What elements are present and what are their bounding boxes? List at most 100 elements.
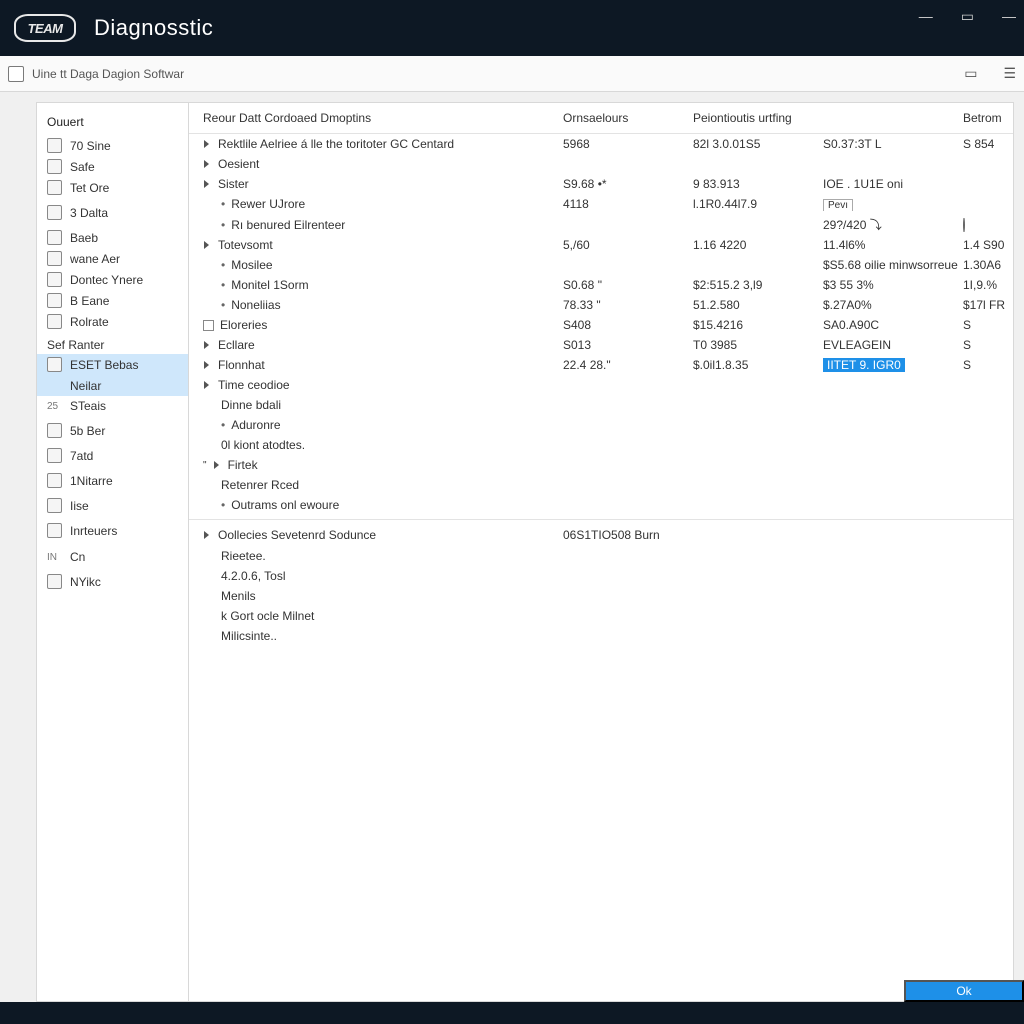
- sidebar-item[interactable]: INCn: [37, 547, 188, 567]
- table-row[interactable]: • Noneliias78.33 "51.2.580$.27A0%$17l FR: [189, 295, 1013, 315]
- sidebar-item[interactable]: Tet Ore: [37, 177, 188, 198]
- sidebar-item-label: Neilar: [70, 379, 101, 393]
- table-row[interactable]: 0l kiont atodtes.: [189, 435, 1013, 455]
- module-icon: [47, 448, 62, 463]
- table-row[interactable]: Menils: [189, 586, 1013, 606]
- column-header-3[interactable]: [823, 111, 963, 125]
- column-header-4[interactable]: Betrom: [963, 111, 1014, 125]
- sidebar-item[interactable]: Iise: [37, 495, 188, 516]
- sidebar-item[interactable]: 5b Ber: [37, 420, 188, 441]
- sidebar-item-label: Inrteuers: [70, 524, 117, 538]
- sidebar-item[interactable]: B Eane: [37, 290, 188, 311]
- sidebar-item-label: 5b Ber: [70, 424, 105, 438]
- tag-badge: Pevı: [823, 199, 853, 211]
- sidebar-item[interactable]: Baeb: [37, 227, 188, 248]
- row-name: Totevsomt: [218, 238, 273, 252]
- column-header-name[interactable]: Reour Datt Cordoaed Dmoptins: [203, 111, 563, 125]
- sidebar-item[interactable]: 7atd: [37, 445, 188, 466]
- cell: 9 83.913: [693, 177, 823, 191]
- window-controls: — ▭ —: [919, 8, 1016, 25]
- row-name: Rektlile Aelriee á lle the toritoter GC …: [218, 137, 454, 151]
- sidebar-item[interactable]: 25STeais: [37, 396, 188, 416]
- table-row[interactable]: SisterS9.68 •*9 83.913IOE . 1U1E oni: [189, 174, 1013, 194]
- sidebar-item[interactable]: 1Nitarre: [37, 470, 188, 491]
- column-header-1[interactable]: Ornsaelours: [563, 111, 693, 125]
- gear-icon[interactable]: [963, 218, 965, 232]
- cell: $3 55 3%: [823, 278, 963, 292]
- sidebar-item-label: ESET Bebas: [70, 358, 138, 372]
- table-row[interactable]: 4.2.0.6, Tosl: [189, 566, 1013, 586]
- table-row[interactable]: Time ceodioe: [189, 375, 1013, 395]
- cell: 1.30A6: [963, 258, 1014, 272]
- bullet-icon: •: [221, 258, 225, 272]
- table-row[interactable]: • Monitel 1SormS0.68 "$2:515.2 3,l9$3 55…: [189, 275, 1013, 295]
- table-row[interactable]: Rektlile Aelriee á lle the toritoter GC …: [189, 134, 1013, 154]
- bullet-icon: •: [221, 298, 225, 312]
- document-icon[interactable]: [8, 66, 24, 82]
- row-name: Menils: [221, 589, 256, 603]
- sidebar-item[interactable]: wane Aer: [37, 248, 188, 269]
- module-icon: [47, 357, 62, 372]
- close-icon[interactable]: —: [1002, 8, 1016, 25]
- expander-icon[interactable]: [203, 160, 212, 169]
- expander-icon[interactable]: [203, 241, 212, 250]
- table-row[interactable]: "Firtek: [189, 455, 1013, 475]
- window-list-icon[interactable]: ▭: [964, 65, 977, 82]
- sidebar-item[interactable]: NYikc: [37, 571, 188, 592]
- table-row[interactable]: EloreriesS408$15.4216SA0.A90CS: [189, 315, 1013, 335]
- expander-icon[interactable]: [203, 531, 212, 540]
- table-row[interactable]: Oesient: [189, 154, 1013, 174]
- table-row[interactable]: Flonnhat22.4 28."$.0il1.8.35IITET 9. IGR…: [189, 355, 1013, 375]
- sidebar-item[interactable]: Safe: [37, 156, 188, 177]
- table-row[interactable]: Dinne bdali: [189, 395, 1013, 415]
- table-row[interactable]: • Aduronre: [189, 415, 1013, 435]
- cell: 82l 3.0.01S5: [693, 137, 823, 151]
- expander-icon[interactable]: [203, 381, 212, 390]
- sidebar-item-label: wane Aer: [70, 252, 120, 266]
- section-children: Rieetee. 4.2.0.6, Tosl Menils k Gort ocle M…: [189, 546, 1013, 646]
- hamburger-menu-icon[interactable]: ☰: [1003, 65, 1016, 82]
- checkbox[interactable]: [203, 320, 214, 331]
- table-row[interactable]: EcllareS013T0 3985EVLEAGEINS: [189, 335, 1013, 355]
- table-row[interactable]: Retenrer Rced: [189, 475, 1013, 495]
- ok-button[interactable]: Ok: [904, 980, 1024, 1002]
- table-row[interactable]: Totevsomt5,/601.16 422011.4l6%1.4 S90: [189, 235, 1013, 255]
- expander-icon[interactable]: [203, 361, 212, 370]
- minimize-icon[interactable]: —: [919, 8, 933, 25]
- sidebar-item[interactable]: 70 Sine: [37, 135, 188, 156]
- expander-icon[interactable]: [213, 461, 222, 470]
- expander-icon[interactable]: [203, 341, 212, 350]
- sidebar-item-label: B Eane: [70, 294, 109, 308]
- sidebar-item[interactable]: 3 Dalta: [37, 202, 188, 223]
- sidebar-item-active[interactable]: ESET Bebas: [37, 354, 188, 375]
- expander-icon[interactable]: [203, 180, 212, 189]
- table-row[interactable]: Rieetee.: [189, 546, 1013, 566]
- section-row[interactable]: Oollecies Sevetenrd Sodunce 06S1TIO508 B…: [189, 522, 1013, 546]
- table-row[interactable]: • Outrams onl ewoure: [189, 495, 1013, 515]
- cell: l.1R0.44l7.9: [693, 197, 823, 211]
- titlebar: TEAM Diagnosstic — ▭ —: [0, 0, 1024, 56]
- cell: S408: [563, 318, 693, 332]
- row-name: 4.2.0.6, Tosl: [221, 569, 286, 583]
- table-row[interactable]: k Gort ocle Milnet: [189, 606, 1013, 626]
- row-name: Oollecies Sevetenrd Sodunce: [218, 528, 376, 542]
- cell: T0 3985: [693, 338, 823, 352]
- expander-icon[interactable]: [203, 140, 212, 149]
- highlight-badge: IITET 9. IGR0: [823, 358, 905, 372]
- sidebar-item[interactable]: Dontec Ynere: [37, 269, 188, 290]
- maximize-icon[interactable]: ▭: [961, 8, 974, 25]
- column-header-2[interactable]: Peiontioutis urtfing: [693, 111, 823, 125]
- row-name: Eloreries: [220, 318, 267, 332]
- table-row[interactable]: Milicsinte..: [189, 626, 1013, 646]
- table-row[interactable]: • Mosilee$S5.68 oilie minwsorreue1.30A6: [189, 255, 1013, 275]
- sidebar-item[interactable]: Inrteuers: [37, 520, 188, 541]
- cell: 51.2.580: [693, 298, 823, 312]
- table-row[interactable]: • Rewer UJrore4118l.1R0.44l7.9Pevı: [189, 194, 1013, 214]
- sidebar-item[interactable]: Rolrate: [37, 311, 188, 332]
- sidebar-item-active[interactable]: Neilar: [37, 375, 188, 396]
- data-rows: Rektlile Aelriee á lle the toritoter GC …: [189, 134, 1013, 515]
- table-row[interactable]: • Rı benured Eilrenteer29?/420 ⤵: [189, 214, 1013, 235]
- row-name: Retenrer Rced: [221, 478, 299, 492]
- cell: [963, 218, 1014, 232]
- cell: S0.37:3T L: [823, 137, 963, 151]
